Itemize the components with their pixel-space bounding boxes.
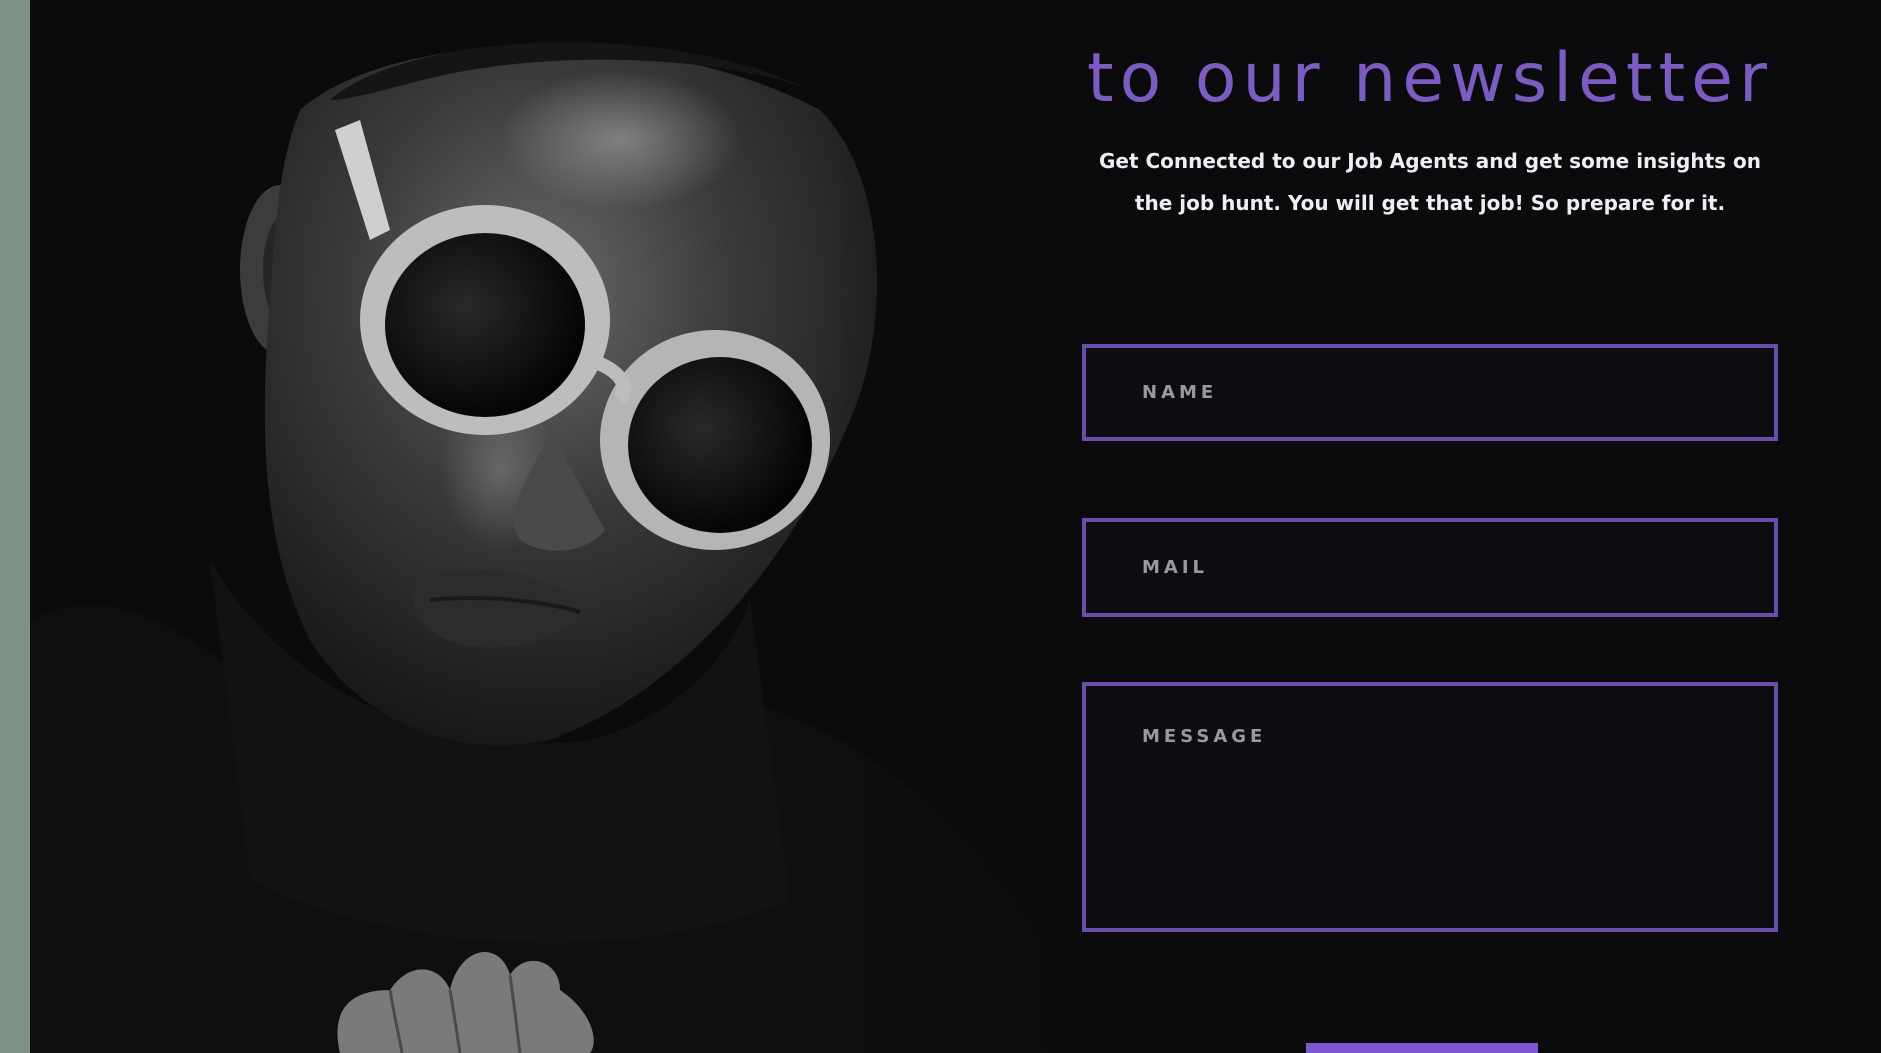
newsletter-headline: to our newsletter [1087, 39, 1773, 118]
submit-button[interactable] [1306, 1043, 1538, 1053]
newsletter-section: to our newsletter Get Connected to our J… [30, 0, 1881, 1053]
message-textarea[interactable] [1082, 682, 1778, 932]
mail-input[interactable] [1082, 518, 1778, 617]
newsletter-form-column: to our newsletter Get Connected to our J… [1050, 0, 1810, 1053]
newsletter-description: Get Connected to our Job Agents and get … [1098, 149, 1762, 215]
portrait-photo [30, 0, 1180, 1053]
side-strip [0, 0, 30, 1053]
name-input[interactable] [1082, 344, 1778, 441]
